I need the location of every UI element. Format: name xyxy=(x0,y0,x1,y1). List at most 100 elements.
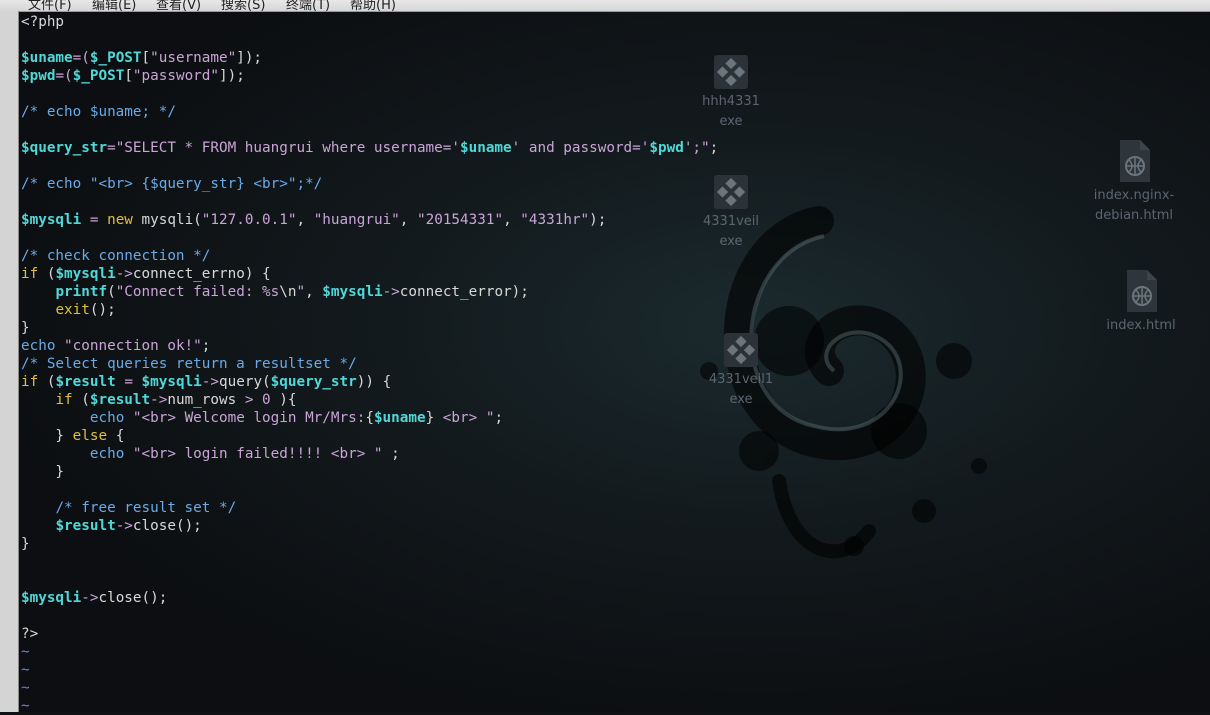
code-token: "20154331" xyxy=(417,212,504,228)
code-token: /* echo "<br> {$query_str} <br>";*/ xyxy=(21,176,323,192)
code-token: $mysqli xyxy=(21,590,82,606)
code-token: )) { xyxy=(356,374,392,390)
code-line: $uname=($_POST["username"]); xyxy=(21,49,718,67)
code-token: } xyxy=(21,428,73,444)
code-line: /* check connection */ xyxy=(21,247,718,265)
code-line: $pwd=($_POST["password"]); xyxy=(21,67,718,85)
exe-file-icon xyxy=(714,55,748,89)
code-token: if xyxy=(21,266,39,282)
code-token: "username" xyxy=(150,50,237,66)
code-line: ~ xyxy=(21,643,718,661)
code-token: = xyxy=(124,374,133,390)
code-token: echo xyxy=(89,410,125,426)
code-token: if xyxy=(21,374,39,390)
menu-edit[interactable]: 编辑(E) xyxy=(92,0,136,11)
code-token: 0 xyxy=(262,392,271,408)
code-token: ( xyxy=(72,392,90,408)
code-token: "password" xyxy=(132,68,219,84)
desktop-icon-label-ext: debian.html xyxy=(1094,208,1174,223)
code-token: "<br> Welcome login Mr/Mrs: xyxy=(132,410,366,426)
menu-file[interactable]: 文件(F) xyxy=(28,0,72,11)
html-file-icon xyxy=(1120,140,1150,182)
code-token: =( xyxy=(72,50,90,66)
code-token: "connection ok!" xyxy=(64,338,202,354)
code-token: $_POST xyxy=(72,68,125,84)
menu-view[interactable]: 查看(V) xyxy=(156,0,201,11)
code-token: ';" xyxy=(683,140,710,156)
code-token: , xyxy=(305,284,323,300)
menu-search[interactable]: 搜索(S) xyxy=(221,0,265,11)
code-token: /* check connection */ xyxy=(21,248,211,264)
vim-editor-text[interactable]: <?php $uname=($_POST["username"]); $pwd=($… xyxy=(21,13,718,715)
code-token: "4331hr" xyxy=(520,212,590,228)
menu-terminal[interactable]: 终端(T) xyxy=(286,0,330,11)
code-token: } xyxy=(21,464,65,480)
code-token: /* echo $uname; */ xyxy=(21,104,176,120)
code-token: $query_str xyxy=(270,374,357,390)
exe-file-icon xyxy=(714,175,748,209)
code-token: else xyxy=(72,428,108,444)
desktop-icon-index-nginx-debian[interactable]: index.nginx- debian.html xyxy=(1089,138,1179,226)
code-token: if xyxy=(55,392,73,408)
code-token: exit xyxy=(55,302,90,318)
menu-bar: 文件(F) 编辑(E) 查看(V) 搜索(S) 终端(T) 帮助(H) xyxy=(0,0,1210,12)
code-token: ~ xyxy=(21,662,30,678)
code-line: echo "<br> Welcome login Mr/Mrs:{$uname}… xyxy=(21,409,718,427)
code-token: $mysqli xyxy=(141,374,202,390)
code-token: echo xyxy=(21,338,56,354)
code-token: $mysqli xyxy=(322,284,383,300)
code-line: /* echo $uname; */ xyxy=(21,103,718,121)
code-line: echo "<br> login failed!!!! <br> " ; xyxy=(21,445,718,463)
desktop-icon-index-html[interactable]: index.html xyxy=(1096,268,1186,336)
code-token: printf xyxy=(55,284,108,300)
code-token: $_POST xyxy=(89,50,142,66)
code-token: } xyxy=(425,410,435,426)
code-line: /* echo "<br> {$query_str} <br>";*/ xyxy=(21,175,718,193)
menu-help[interactable]: 帮助(H) xyxy=(350,0,396,11)
code-token: ; xyxy=(709,140,719,156)
code-token: "huangrui" xyxy=(313,212,400,228)
code-line: if ($mysqli->connect_errno) { xyxy=(21,265,718,283)
code-token: $mysqli xyxy=(55,266,116,282)
code-token: (); xyxy=(89,302,116,318)
code-token: [ xyxy=(124,68,133,84)
code-token: , xyxy=(296,212,314,228)
code-token: -> xyxy=(115,518,133,534)
code-token: $mysqli xyxy=(21,212,82,228)
code-token: ~ xyxy=(21,644,30,660)
code-token: echo xyxy=(89,446,125,462)
code-line: ?> xyxy=(21,625,718,643)
code-token: close(); xyxy=(132,518,202,534)
code-token: } xyxy=(21,320,30,336)
code-token: ( xyxy=(107,284,116,300)
code-line: $query_str="SELECT * FROM huangrui where… xyxy=(21,139,718,157)
code-token: { xyxy=(107,428,125,444)
code-line: ~ xyxy=(21,679,718,697)
code-token: $result xyxy=(55,374,116,390)
code-token: ?> xyxy=(21,626,39,642)
code-token: ); xyxy=(589,212,607,228)
code-token: { xyxy=(365,410,374,426)
code-token: "127.0.0.1" xyxy=(201,212,297,228)
code-token: $pwd xyxy=(649,140,684,156)
code-line: if ($result->num_rows > 0 ){ xyxy=(21,391,718,409)
code-token: ( xyxy=(38,374,56,390)
